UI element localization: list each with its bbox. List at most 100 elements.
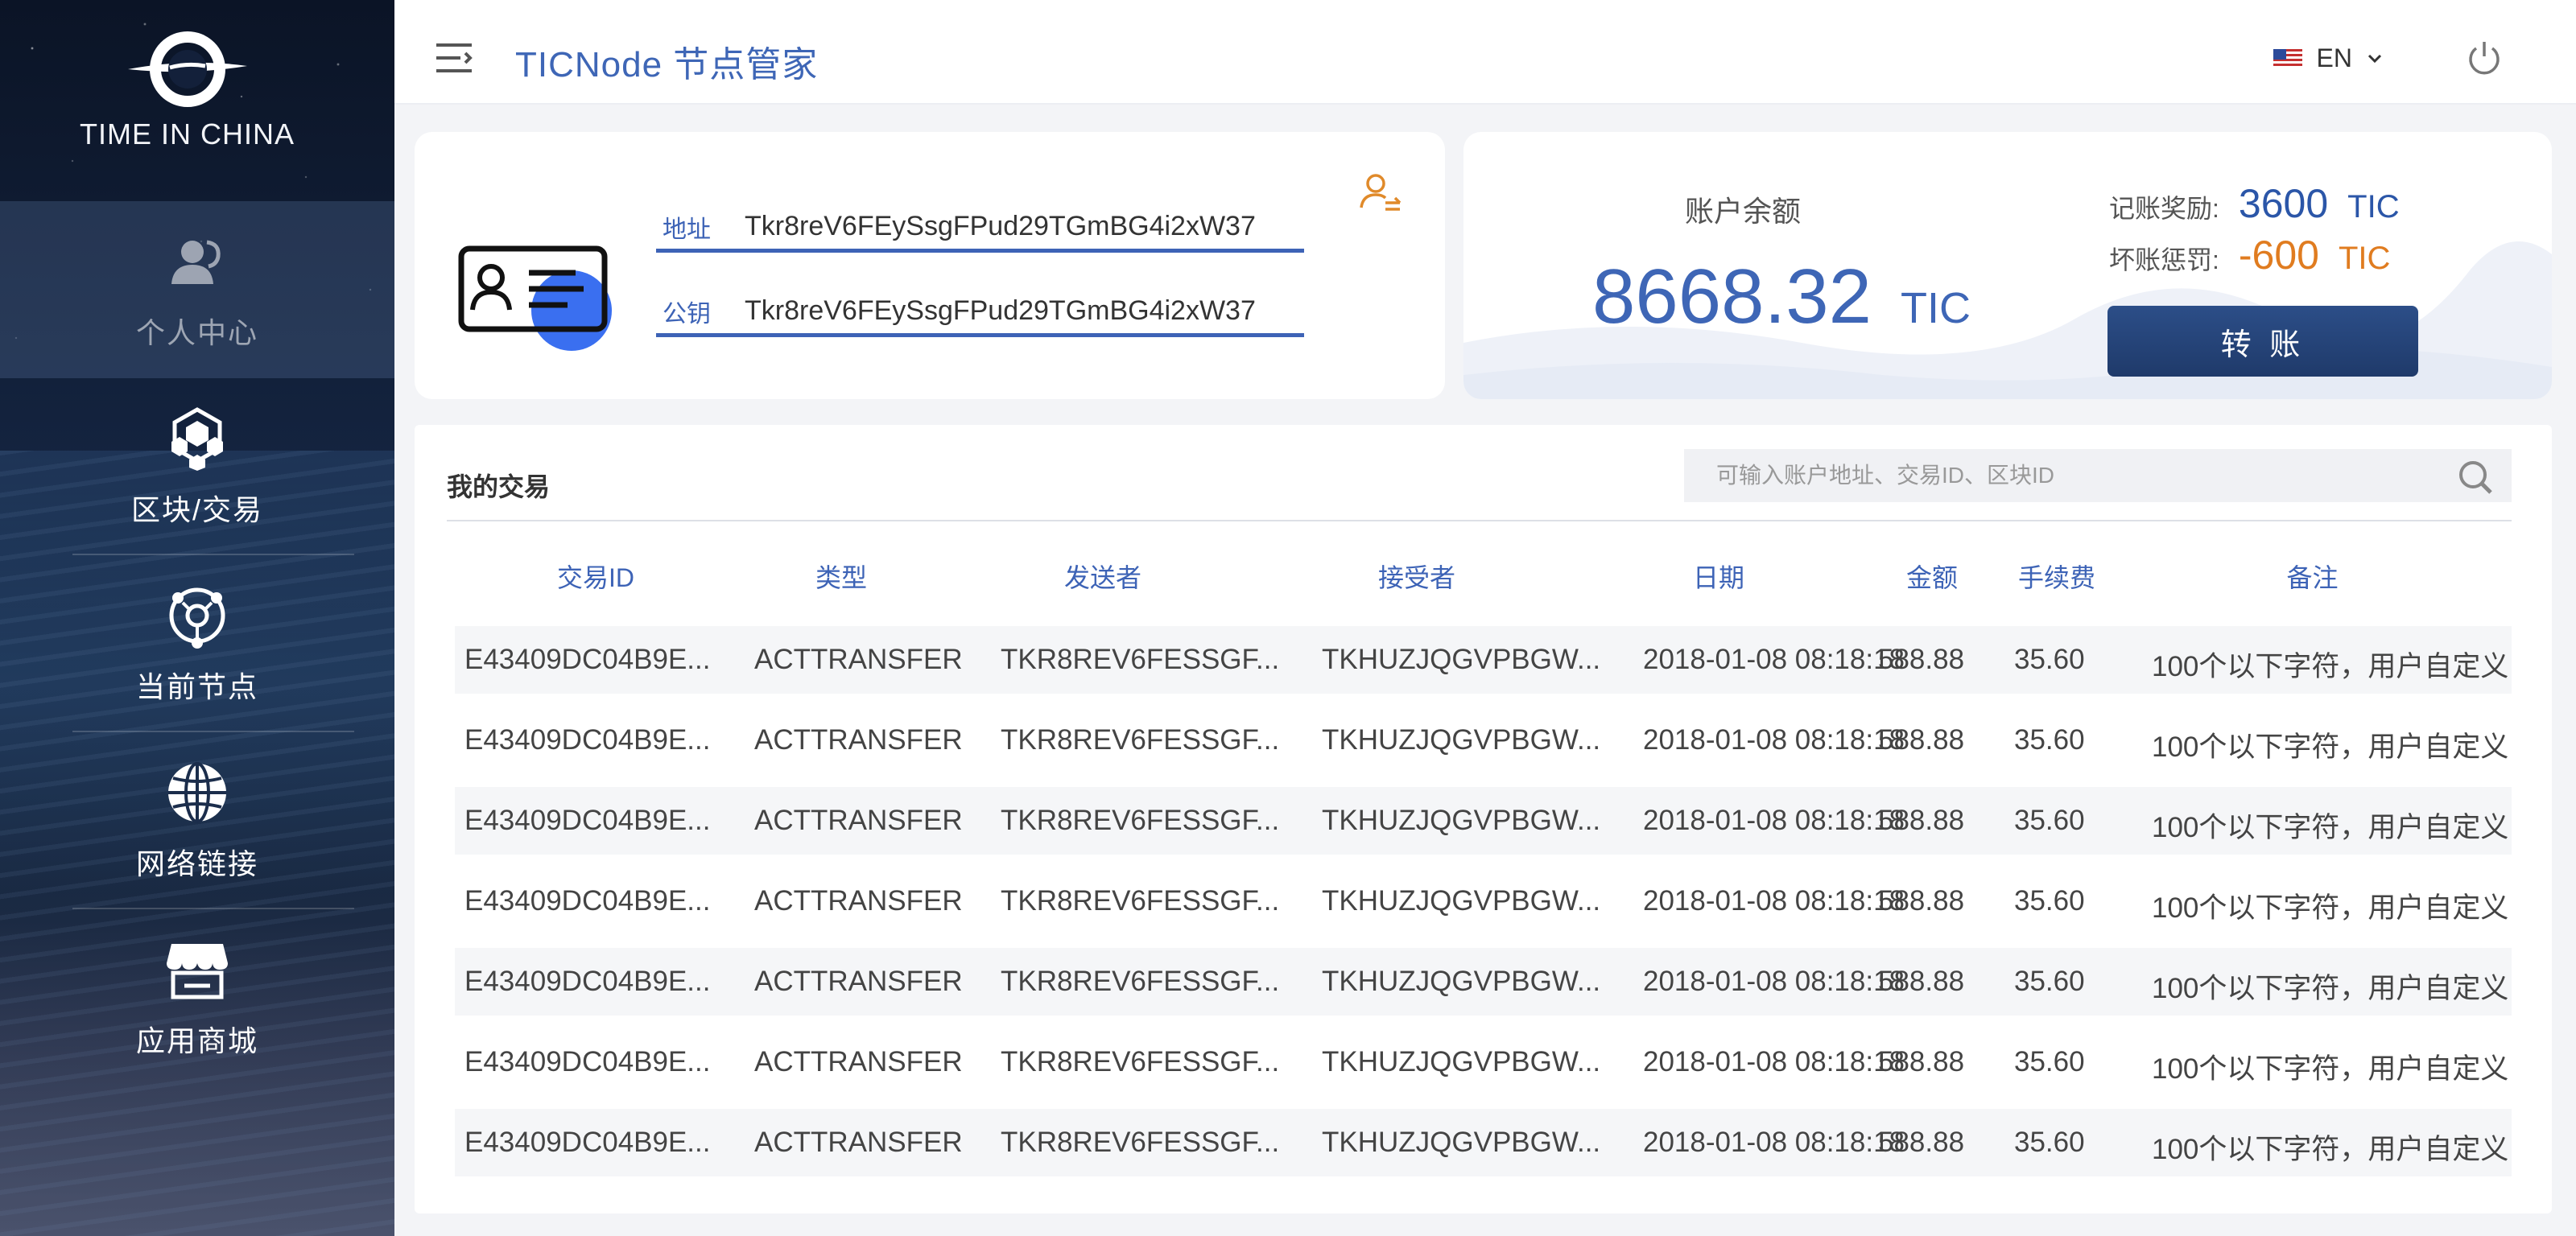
cell-receiver: TKHUZJQGVPBGW...	[1322, 644, 1601, 675]
balance-amount: 8668.32 TIC	[1592, 253, 1971, 341]
menu-icon[interactable]	[435, 42, 473, 74]
node-icon	[169, 587, 225, 649]
cell-tx-id: E43409DC04B9E...	[464, 805, 711, 836]
cell-type: ACTTRANSFER	[754, 644, 963, 675]
column-header-note[interactable]: 备注	[2113, 558, 2512, 595]
cell-note: 100个以下字符，用户自定义	[2152, 1134, 2509, 1165]
table-row[interactable]: E43409DC04B9E... ACTTRANSFER TKR8REV6FES…	[455, 623, 2512, 703]
cell-receiver: TKHUZJQGVPBGW...	[1322, 885, 1601, 917]
brand-name: TIME IN CHINA	[79, 117, 295, 150]
search-icon[interactable]	[2457, 459, 2494, 496]
chevron-down-icon	[2368, 54, 2382, 63]
cell-note: 100个以下字符，用户自定义	[2152, 731, 2509, 763]
cell-amount: 588.88	[1878, 805, 1965, 836]
column-header-receiver[interactable]: 接受者	[1260, 558, 1574, 595]
cell-date: 2018-01-08 08:18:18	[1643, 966, 1905, 997]
balance-unit: TIC	[1901, 284, 1971, 332]
sidebar-nav: 个人中心 区块/交易 当前节点 网络链接 应用商城	[0, 201, 394, 1086]
cell-sender: TKR8REV6FESSGF...	[1001, 966, 1280, 997]
cell-type: ACTTRANSFER	[754, 1046, 963, 1077]
sidebar-item-network[interactable]: 网络链接	[0, 732, 394, 909]
column-header-date[interactable]: 日期	[1574, 558, 1864, 595]
table-row[interactable]: E43409DC04B9E... ACTTRANSFER TKR8REV6FES…	[455, 703, 2512, 784]
column-header-amount[interactable]: 金额	[1864, 558, 2000, 595]
table-row[interactable]: E43409DC04B9E... ACTTRANSFER TKR8REV6FES…	[455, 784, 2512, 864]
sidebar: TIME IN CHINA 个人中心 区块/交易 当前节点 网络链接 应用商城	[0, 0, 394, 1236]
cell-tx-id: E43409DC04B9E...	[464, 1046, 711, 1077]
sidebar-item-app-store[interactable]: 应用商城	[0, 909, 394, 1086]
table-row[interactable]: E43409DC04B9E... ACTTRANSFER TKR8REV6FES…	[455, 1025, 2512, 1106]
cell-receiver: TKHUZJQGVPBGW...	[1322, 966, 1601, 997]
cell-date: 2018-01-08 08:18:18	[1643, 1046, 1905, 1077]
cell-type: ACTTRANSFER	[754, 805, 963, 836]
address-field[interactable]: 地址 Tkr8reV6FEySsgFPud29TGmBG4i2xW37	[656, 204, 1304, 253]
sidebar-item-label: 应用商城	[135, 1024, 258, 1057]
store-icon	[167, 944, 228, 999]
penalty-label: 坏账惩罚:	[2109, 245, 2219, 274]
cell-receiver: TKHUZJQGVPBGW...	[1322, 1127, 1601, 1158]
cell-note: 100个以下字符，用户自定义	[2152, 973, 2509, 1004]
table-row[interactable]: E43409DC04B9E... ACTTRANSFER TKR8REV6FES…	[455, 1106, 2512, 1186]
cell-type: ACTTRANSFER	[754, 1127, 963, 1158]
public-key-value: Tkr8reV6FEySsgFPud29TGmBG4i2xW37	[745, 295, 1256, 326]
cell-date: 2018-01-08 08:18:18	[1643, 644, 1905, 675]
cell-fee: 35.60	[2014, 805, 2085, 836]
language-selector[interactable]: EN	[2273, 43, 2383, 73]
cell-sender: TKR8REV6FESSGF...	[1001, 1046, 1280, 1077]
user-switch-icon[interactable]	[1358, 171, 1403, 216]
cell-amount: 588.88	[1878, 885, 1965, 917]
reward-label: 记账奖励:	[2109, 194, 2219, 223]
sidebar-item-current-node[interactable]: 当前节点	[0, 555, 394, 732]
cell-fee: 35.60	[2014, 966, 2085, 997]
public-key-field[interactable]: 公钥 Tkr8reV6FEySsgFPud29TGmBG4i2xW37	[656, 289, 1304, 337]
logo-icon	[127, 31, 247, 107]
transfer-button[interactable]: 转 账	[2107, 306, 2418, 377]
sidebar-item-personal-center[interactable]: 个人中心	[0, 201, 394, 378]
search-input[interactable]	[1684, 463, 2425, 488]
us-flag-icon	[2273, 48, 2302, 68]
cell-sender: TKR8REV6FESSGF...	[1001, 805, 1280, 836]
brand-logo[interactable]: TIME IN CHINA	[0, 29, 374, 151]
cell-type: ACTTRANSFER	[754, 966, 963, 997]
penalty-row: 坏账惩罚: -600 TIC	[2109, 232, 2390, 278]
divider	[447, 520, 2512, 521]
cell-sender: TKR8REV6FESSGF...	[1001, 644, 1280, 675]
cell-note: 100个以下字符，用户自定义	[2152, 812, 2509, 843]
cell-tx-id: E43409DC04B9E...	[464, 966, 711, 997]
balance-label: 账户余额	[1685, 195, 1802, 228]
cell-type: ACTTRANSFER	[754, 885, 963, 917]
cell-note: 100个以下字符，用户自定义	[2152, 651, 2509, 682]
penalty-value: -600	[2238, 233, 2319, 278]
cell-fee: 35.60	[2014, 885, 2085, 917]
cell-tx-id: E43409DC04B9E...	[464, 724, 711, 756]
sidebar-item-blocks[interactable]: 区块/交易	[0, 378, 394, 555]
balance-value: 8668.32	[1592, 253, 1872, 340]
sidebar-item-label: 当前节点	[135, 670, 258, 703]
reward-value: 3600	[2238, 181, 2329, 226]
cell-tx-id: E43409DC04B9E...	[464, 644, 711, 675]
transaction-search	[1684, 449, 2512, 502]
public-key-label: 公钥	[663, 300, 711, 328]
column-header-type[interactable]: 类型	[737, 558, 946, 595]
cell-receiver: TKHUZJQGVPBGW...	[1322, 724, 1601, 756]
reward-row: 记账奖励: 3600 TIC	[2109, 180, 2400, 227]
column-header-fee[interactable]: 手续费	[2000, 558, 2113, 595]
cell-receiver: TKHUZJQGVPBGW...	[1322, 1046, 1601, 1077]
column-header-sender[interactable]: 发送者	[946, 558, 1260, 595]
cell-sender: TKR8REV6FESSGF...	[1001, 885, 1280, 917]
table-row[interactable]: E43409DC04B9E... ACTTRANSFER TKR8REV6FES…	[455, 945, 2512, 1025]
table-header: 交易ID 类型 发送者 接受者 日期 金额 手续费 备注	[455, 558, 2512, 606]
column-header-tx-id[interactable]: 交易ID	[455, 558, 737, 595]
blocks-icon	[171, 407, 223, 471]
power-icon[interactable]	[2465, 39, 2504, 77]
cell-note: 100个以下字符，用户自定义	[2152, 892, 2509, 924]
cell-date: 2018-01-08 08:18:18	[1643, 805, 1905, 836]
cell-sender: TKR8REV6FESSGF...	[1001, 724, 1280, 756]
sidebar-item-label: 个人中心	[135, 316, 258, 349]
cell-amount: 588.88	[1878, 644, 1965, 675]
cell-sender: TKR8REV6FESSGF...	[1001, 1127, 1280, 1158]
table-row[interactable]: E43409DC04B9E... ACTTRANSFER TKR8REV6FES…	[455, 864, 2512, 945]
sidebar-item-label: 区块/交易	[130, 493, 263, 526]
language-label: EN	[2316, 43, 2352, 72]
identity-card: 地址 Tkr8reV6FEySsgFPud29TGmBG4i2xW37 公钥 T…	[415, 132, 1445, 399]
